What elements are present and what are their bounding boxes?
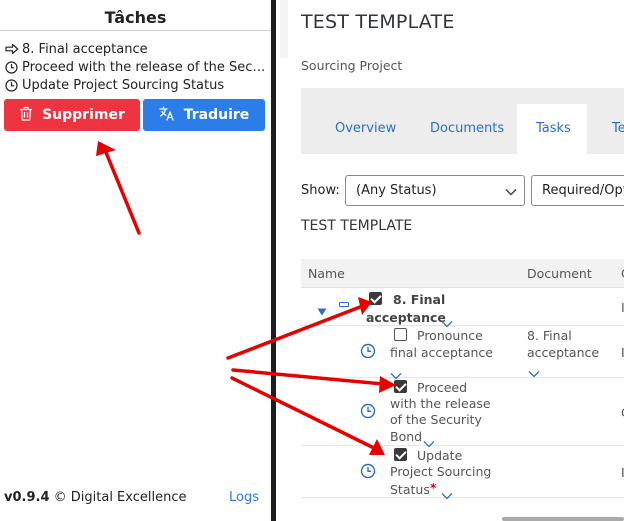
tab-overview[interactable]: Overview	[335, 121, 396, 136]
page-title: TEST TEMPLATE	[301, 11, 455, 33]
tab-bar: Overview Documents Tasks Te	[301, 88, 624, 154]
header-strip	[280, 0, 288, 58]
delete-label: Supprimer	[42, 107, 125, 123]
chevron-down-icon	[505, 185, 517, 200]
tab-tasks[interactable]: Tasks	[536, 121, 571, 136]
table-row[interactable]: Update Project Sourcing Status * I	[301, 446, 624, 500]
table-row[interactable]: Proceed with the release of the Security…	[301, 378, 624, 448]
row-name-line3[interactable]: of the Security	[390, 411, 482, 428]
show-label: Show:	[301, 183, 340, 198]
row-name-line2[interactable]: final acceptance	[390, 344, 493, 361]
row-name-line1[interactable]: Pronounce	[417, 327, 483, 344]
logs-link[interactable]: Logs	[229, 490, 259, 505]
row-name-line1[interactable]: 8. Final	[393, 291, 445, 308]
chevron-down-icon[interactable]	[441, 485, 453, 504]
task-list: 8. Final acceptance Proceed with the rel…	[5, 40, 269, 94]
table-header: Name Document C	[301, 259, 624, 288]
tab-documents[interactable]: Documents	[430, 121, 504, 136]
translate-icon	[159, 105, 175, 125]
clock-icon	[5, 78, 22, 92]
type-filter-value: Required/Optio	[542, 183, 624, 198]
clock-icon	[360, 403, 376, 423]
task-label: Update Project Sourcing Status	[22, 77, 225, 93]
row-name-line3[interactable]: Status	[390, 481, 430, 498]
row-checkbox[interactable]	[394, 448, 407, 461]
collapse-triangle-icon[interactable]	[317, 301, 327, 320]
translate-button[interactable]: Traduire	[143, 99, 265, 131]
row-checkbox[interactable]	[369, 292, 382, 305]
column-header-name[interactable]: Name	[308, 266, 345, 281]
tab-team[interactable]: Te	[612, 121, 624, 136]
version-number: v0.9.4	[4, 490, 50, 505]
row-name-line2[interactable]: Project Sourcing	[390, 463, 491, 480]
trash-icon	[19, 106, 33, 125]
panel-divider	[0, 30, 271, 31]
row-document[interactable]: 8. Final acceptance	[527, 327, 607, 361]
table-row[interactable]: 8. Final acceptance I	[301, 289, 624, 328]
clock-icon	[360, 463, 376, 483]
task-label: 8. Final acceptance	[22, 41, 148, 57]
milestone-icon	[339, 302, 349, 307]
horizontal-scrollbar[interactable]	[502, 517, 624, 521]
clock-icon	[360, 343, 376, 363]
row-name-line4[interactable]: Bond	[390, 428, 422, 445]
page-subtitle: Sourcing Project	[301, 58, 403, 73]
list-item[interactable]: Proceed with the release of the Security…	[5, 58, 269, 76]
translate-label: Traduire	[183, 107, 250, 123]
delete-button[interactable]: Supprimer	[4, 99, 140, 131]
extension-panel: Tâches 8. Final acceptance Proceed with …	[0, 0, 271, 521]
row-name-line2[interactable]: acceptance	[366, 309, 446, 326]
row-checkbox[interactable]	[394, 380, 407, 393]
copyright-text: © Digital Excellence	[49, 490, 187, 505]
sourcing-app: TEST TEMPLATE Sourcing Project Overview …	[276, 0, 624, 521]
row-name-line1[interactable]: Update	[417, 447, 462, 464]
panel-title: Tâches	[104, 8, 167, 27]
row-name-line2[interactable]: with the release	[390, 395, 491, 412]
type-filter-select[interactable]: Required/Optio	[531, 175, 624, 206]
status-filter-select[interactable]: (Any Status)	[345, 175, 525, 206]
table-row[interactable]: Pronounce final acceptance 8. Final acce…	[301, 326, 624, 380]
column-header-document[interactable]: Document	[527, 266, 592, 281]
list-item[interactable]: 8. Final acceptance	[5, 40, 269, 58]
arrow-right-icon	[5, 43, 22, 55]
row-name-line1[interactable]: Proceed	[417, 379, 467, 396]
list-item[interactable]: Update Project Sourcing Status	[5, 76, 269, 94]
row-checkbox[interactable]	[394, 328, 407, 341]
required-indicator: *	[430, 480, 437, 495]
version-footer: v0.9.4 © Digital Excellence	[4, 490, 187, 505]
clock-icon	[5, 60, 22, 74]
section-title: TEST TEMPLATE	[301, 218, 413, 234]
status-filter-value: (Any Status)	[356, 183, 437, 198]
task-label: Proceed with the release of the Security…	[22, 59, 269, 75]
